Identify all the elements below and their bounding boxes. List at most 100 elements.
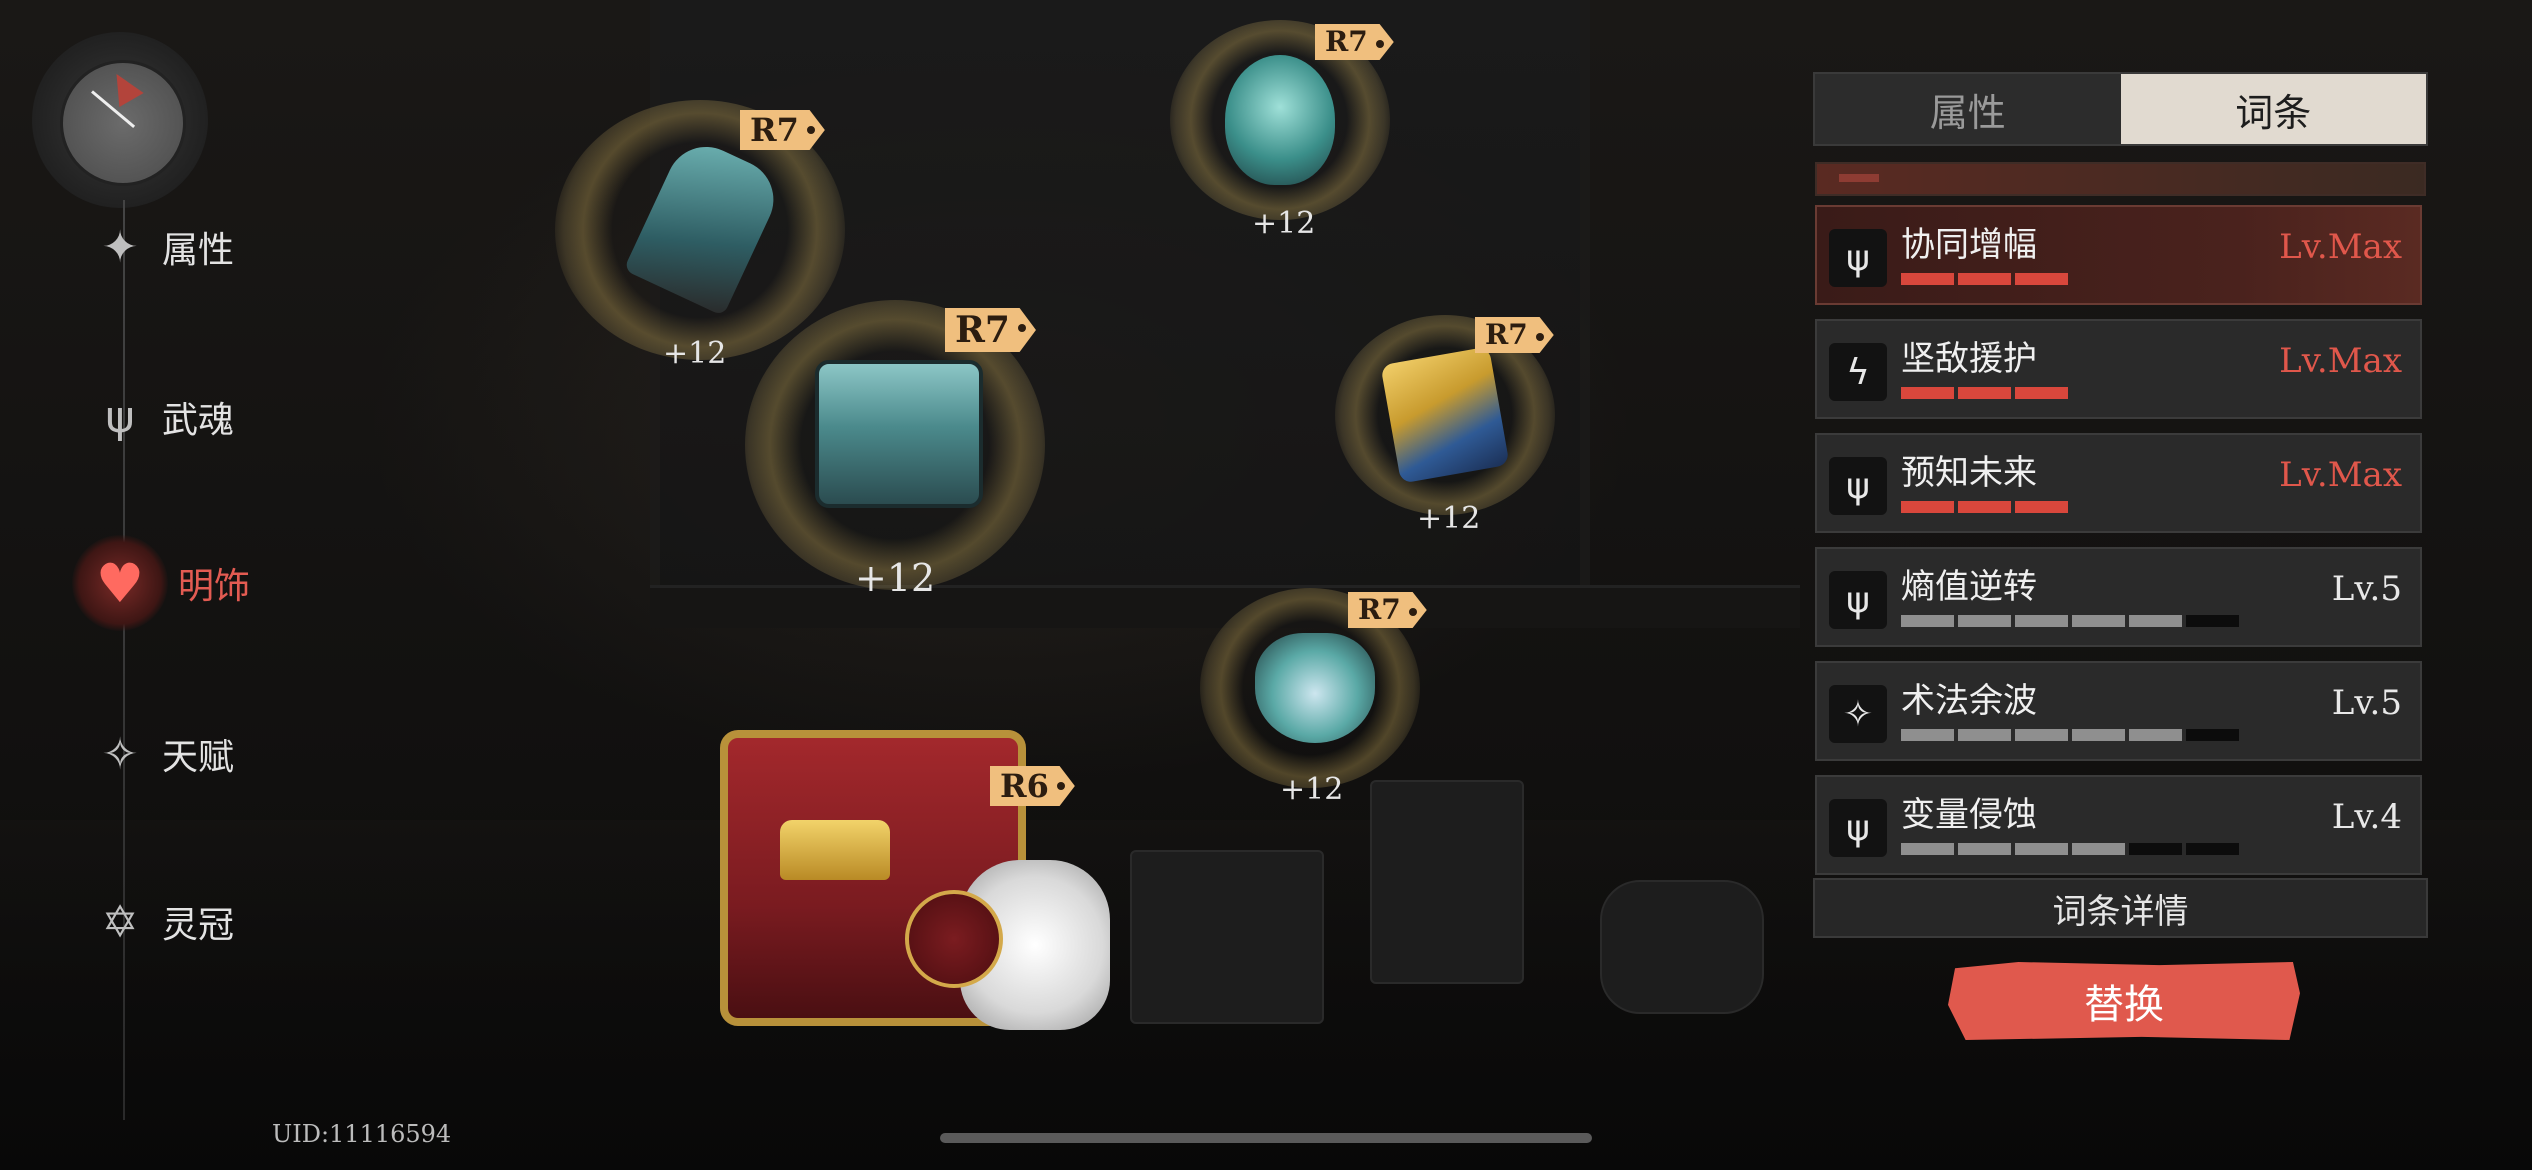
affix-progress (1901, 501, 2068, 513)
equip-slot-tome[interactable]: R7 +12 (1335, 315, 1575, 545)
compass-back-button[interactable] (32, 32, 208, 208)
equip-level: +12 (663, 336, 727, 371)
amulet-icon (1255, 633, 1375, 743)
affix-progress-pip (2015, 387, 2068, 399)
affix-progress-pip (1901, 843, 1954, 855)
affix-progress-pip (1901, 387, 1954, 399)
affix-row[interactable]: ψ 熵值逆转 Lv.5 (1815, 547, 2422, 647)
scroll-edge-marker (1839, 174, 1879, 182)
affix-level: Lv.4 (2331, 797, 2402, 837)
affix-row[interactable]: ϟ 坚敌援护 Lv.Max (1815, 319, 2422, 419)
trident-icon: ψ (105, 391, 135, 443)
equip-level: +12 (1417, 501, 1481, 536)
affix-progress-pip (1958, 729, 2011, 741)
tab-affixes[interactable]: 词条 (2120, 74, 2426, 144)
affix-level: Lv.5 (2331, 569, 2402, 609)
trident-icon: ψ (1829, 571, 1887, 629)
affix-level: Lv.Max (2279, 455, 2402, 495)
shards-icon: ✧ (1829, 685, 1887, 743)
trident-icon: ψ (1829, 229, 1887, 287)
nav-item-attributes[interactable]: ✦ 属性 (88, 215, 234, 279)
replace-button[interactable]: 替换 (1948, 962, 2300, 1040)
panel-tabs: 属性 词条 (1813, 72, 2428, 146)
affix-progress-pip (2072, 615, 2125, 627)
affix-name: 协同增幅 (1901, 225, 2037, 265)
affix-progress-pip (2015, 843, 2068, 855)
trident-icon: ψ (1829, 457, 1887, 515)
nav-item-label: 明饰 (178, 566, 251, 607)
nav-item-talent[interactable]: ✧ 天赋 (88, 722, 234, 786)
equip-level: +12 (1252, 206, 1316, 241)
rank-tag: R7 (740, 110, 825, 150)
affix-level: Lv.Max (2279, 341, 2402, 381)
affix-details-button[interactable]: 词条详情 (1813, 878, 2428, 938)
affix-progress-pip (2072, 729, 2125, 741)
affix-progress-pip (1958, 501, 2011, 513)
affix-progress-pip (2129, 843, 2182, 855)
affix-progress-pip (2186, 843, 2239, 855)
crown-icon (780, 820, 890, 880)
user-id: UID:11116594 (272, 1120, 452, 1148)
affix-name: 熵值逆转 (1901, 567, 2037, 607)
affix-name: 坚敌援护 (1901, 339, 2037, 379)
tab-attributes[interactable]: 属性 (1815, 74, 2121, 144)
rank-tag: R6 (990, 766, 1075, 806)
nav-item-label: 天赋 (162, 737, 235, 778)
nav-item-label: 属性 (162, 230, 235, 271)
affix-list-scroll-edge (1815, 162, 2426, 196)
affix-level: Lv.5 (2331, 683, 2402, 723)
affix-name: 变量侵蚀 (1901, 795, 2037, 835)
compass-star-icon: ✧ (101, 728, 139, 780)
affix-row[interactable]: ψ 预知未来 Lv.Max (1815, 433, 2422, 533)
affix-name: 术法余波 (1901, 681, 2037, 721)
trident-icon: ψ (1829, 799, 1887, 857)
affix-progress-pip (1958, 387, 2011, 399)
equip-slot-treasure-chest[interactable]: R6 (700, 690, 1140, 1050)
star-icon: ✦ (101, 221, 139, 273)
affix-progress-pip (1958, 273, 2011, 285)
nav-item-spirit-crown[interactable]: ✡ 灵冠 (88, 890, 234, 954)
affix-progress-pip (2186, 615, 2239, 627)
equip-level: +12 (855, 556, 936, 600)
rank-tag: R7 (1348, 592, 1427, 628)
affix-row[interactable]: ✧ 术法余波 Lv.5 (1815, 661, 2422, 761)
affix-row[interactable]: ψ 变量侵蚀 Lv.4 (1815, 775, 2422, 875)
affix-progress-pip (2072, 843, 2125, 855)
background-bag (1600, 880, 1764, 1014)
affix-progress-pip (2015, 501, 2068, 513)
affix-progress-pip (1901, 273, 1954, 285)
nav-divider-line (123, 200, 125, 1120)
affix-row[interactable]: ψ 协同增幅 Lv.Max (1815, 205, 2422, 305)
heart-icon: ♥ (72, 535, 168, 631)
nav-item-label: 武魂 (162, 400, 235, 441)
affix-progress-pip (1901, 729, 1954, 741)
affix-progress-pip (1958, 843, 2011, 855)
affix-progress (1901, 843, 2239, 855)
nav-item-martial-soul[interactable]: ψ 武魂 (88, 385, 234, 449)
background-trunk (1130, 850, 1324, 1024)
affix-progress (1901, 615, 2239, 627)
affix-progress-pip (2015, 729, 2068, 741)
nav-item-ornaments[interactable]: ♥ 明饰 (72, 535, 250, 631)
tome-icon (1380, 346, 1510, 484)
affix-progress-pip (2129, 615, 2182, 627)
affix-progress-pip (2129, 729, 2182, 741)
equip-slot-chest[interactable]: R7 +12 (745, 300, 1065, 620)
rank-tag: R7 (945, 308, 1036, 352)
affix-progress (1901, 729, 2239, 741)
affix-progress (1901, 273, 2068, 285)
equip-slot-amulet[interactable]: R7 +12 (1200, 588, 1440, 818)
mask-icon (1225, 55, 1335, 185)
affix-progress (1901, 387, 2068, 399)
affix-level: Lv.Max (2279, 227, 2402, 267)
equip-level: +12 (1280, 772, 1344, 807)
equip-slot-mask[interactable]: R7 +12 (1170, 20, 1394, 250)
affix-progress-pip (1958, 615, 2011, 627)
affix-progress-pip (2015, 273, 2068, 285)
home-indicator[interactable] (940, 1133, 1592, 1143)
affix-progress-pip (2015, 615, 2068, 627)
hexagram-icon: ✡ (101, 896, 139, 948)
affix-name: 预知未来 (1901, 453, 2037, 493)
lightning-icon: ϟ (1829, 343, 1887, 401)
affix-progress-pip (1901, 615, 1954, 627)
